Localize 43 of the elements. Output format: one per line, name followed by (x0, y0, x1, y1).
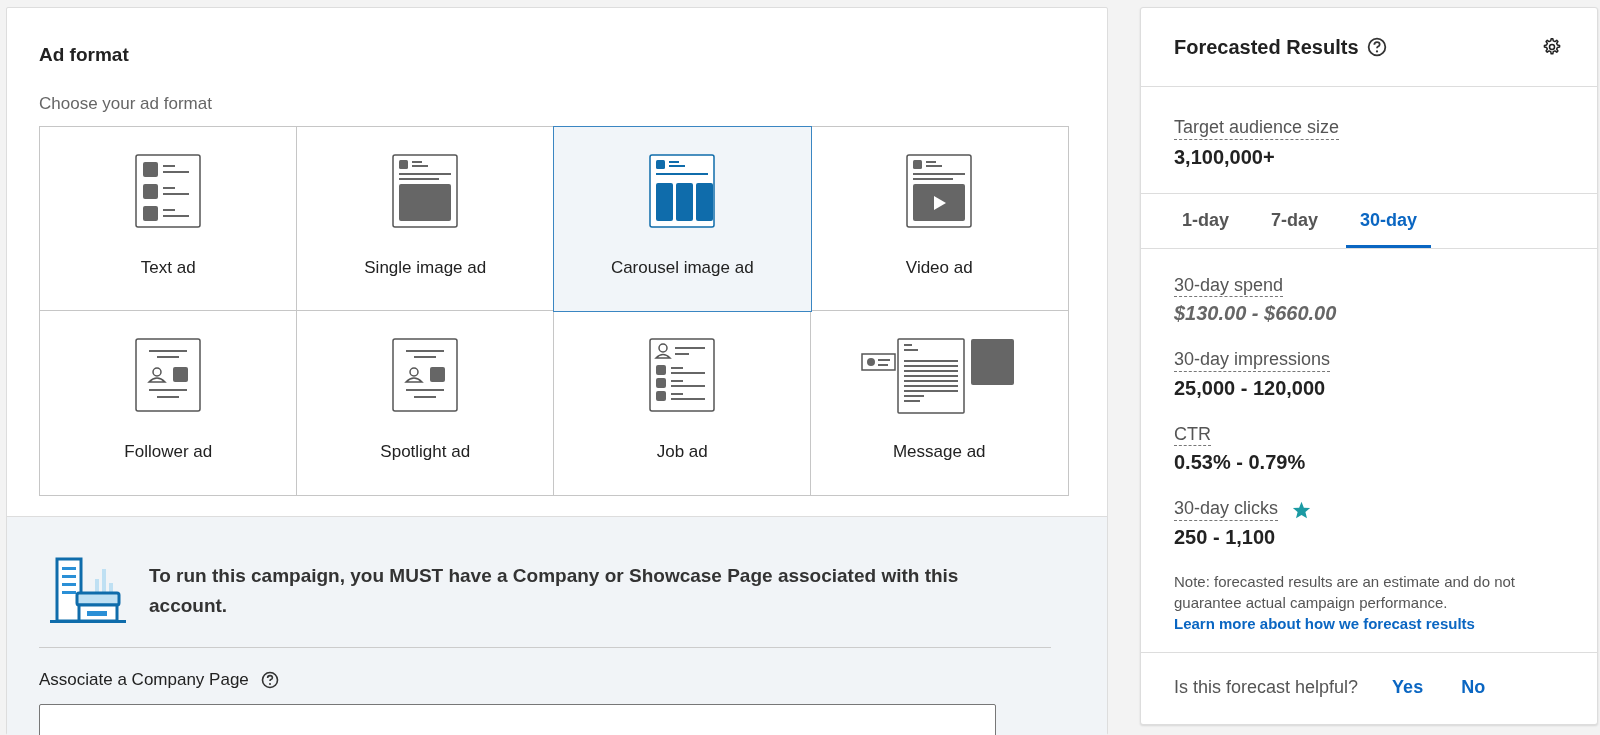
field-label: Associate a Company Page (39, 670, 249, 690)
metric-label: 30-day impressions (1174, 349, 1331, 372)
video-ad-icon (906, 154, 973, 228)
feedback-question: Is this forecast helpful? (1174, 676, 1359, 698)
metric-label: Target audience size (1174, 117, 1340, 140)
settings-icon[interactable] (1542, 37, 1562, 57)
feedback-button[interactable]: Yes (1378, 672, 1438, 702)
help-icon[interactable] (260, 671, 279, 689)
period-tab[interactable]: 7-day (1257, 193, 1333, 248)
metric-value: 250 - 1,100 (1174, 525, 1277, 549)
ad-format-option[interactable]: Message ad (810, 310, 1069, 496)
period-tab[interactable]: 1-day (1168, 193, 1244, 248)
text-ad-icon (135, 154, 202, 228)
section-title: Ad format (39, 44, 130, 66)
feedback-button[interactable]: No (1447, 672, 1500, 702)
metric-label: 30-day spend (1174, 274, 1284, 298)
job-ad-icon (649, 338, 716, 412)
ad-format-option[interactable]: Carousel image ad (553, 126, 812, 312)
metric-value: 0.53% - 0.79% (1174, 451, 1307, 475)
profile-ad-icon (392, 338, 459, 412)
metric-label: CTR (1174, 423, 1211, 447)
card-title: Forecasted Results (1174, 35, 1359, 59)
learn-more-link[interactable]: Learn more about how we forecast results (1174, 612, 1475, 634)
metric-value: 3,100,000+ (1174, 145, 1276, 169)
section-subtitle: Choose your ad format (39, 94, 213, 114)
disclaimer-note: Note: forecasted results are an estimate and do not guarantee actual campaign performance. (1174, 571, 1517, 613)
building-icon (49, 557, 127, 625)
metric-value: $130.00 - $660.00 (1174, 302, 1338, 326)
period-tab[interactable]: 30-day (1346, 193, 1432, 248)
help-icon[interactable] (1366, 37, 1387, 57)
company-page-field[interactable] (39, 704, 996, 735)
carousel-ad-icon (649, 154, 716, 228)
ad-format-option[interactable]: Spotlight ad (296, 310, 555, 496)
metric-value: 25,000 - 120,000 (1174, 376, 1327, 400)
company-page-notice: To run this campaign, you MUST have a Company or Showcase Page associated with this account. (149, 563, 960, 618)
profile-ad-icon (135, 338, 202, 412)
image-ad-icon (392, 154, 459, 228)
ad-format-option[interactable]: Single image ad (296, 126, 555, 312)
metric-label: 30-day clicks (1174, 498, 1279, 521)
ad-format-option[interactable]: Follower ad (39, 310, 298, 496)
ad-format-option[interactable]: Text ad (39, 126, 298, 312)
ad-format-option[interactable]: Job ad (553, 310, 812, 496)
ad-format-option[interactable]: Video ad (810, 126, 1069, 312)
